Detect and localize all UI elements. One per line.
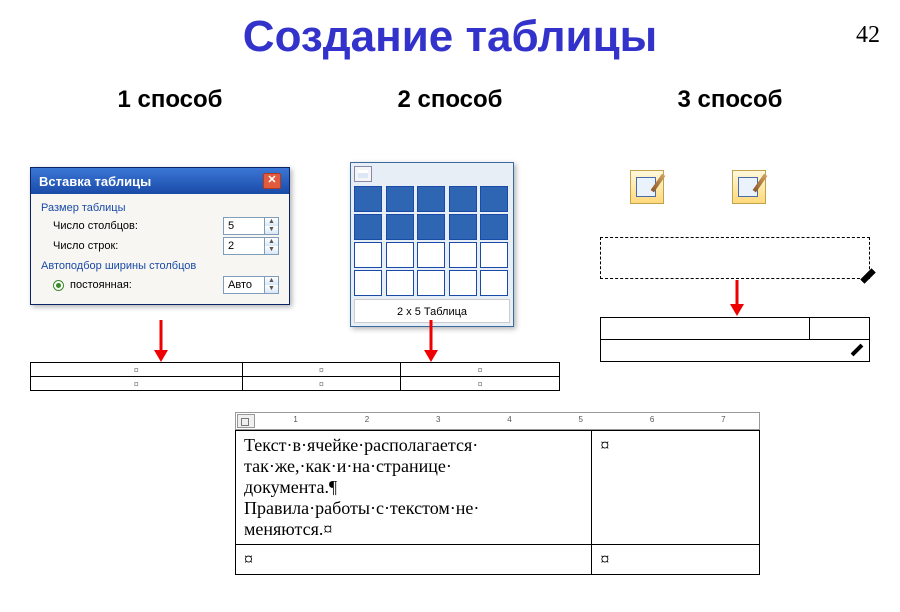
rows-input[interactable] <box>224 239 264 253</box>
ruler-mark: 3 <box>403 415 474 424</box>
table-grid-picker[interactable]: 2 x 5 Таблица <box>350 162 514 327</box>
spinner-buttons[interactable]: ▲ ▼ <box>264 277 278 293</box>
cols-input[interactable] <box>224 219 264 233</box>
grid-cell[interactable] <box>480 186 508 212</box>
grid-cell[interactable] <box>386 242 414 268</box>
cols-spinner[interactable]: ▲ ▼ <box>223 217 279 235</box>
spinner-buttons[interactable]: ▲ ▼ <box>264 218 278 234</box>
fixed-width-row: постоянная: ▲ ▼ <box>41 274 279 296</box>
cell-text-example: 1 2 3 4 5 6 7 Текст·в·ячейке·располагает… <box>235 412 760 575</box>
cols-row: Число столбцов: ▲ ▼ <box>41 216 279 236</box>
grid-cell[interactable] <box>354 242 382 268</box>
grid-cell[interactable] <box>417 270 445 296</box>
dialog-body: Размер таблицы Число столбцов: ▲ ▼ Число… <box>31 194 289 304</box>
radio-selected-icon[interactable] <box>53 280 64 291</box>
pencil-cursor-icon <box>851 344 864 357</box>
rows-label: Число строк: <box>53 240 118 252</box>
example-cell-empty: ¤ <box>236 545 592 575</box>
chevron-up-icon[interactable]: ▲ <box>265 277 278 285</box>
insert-table-dialog: Вставка таблицы ✕ Размер таблицы Число с… <box>30 167 290 305</box>
example-table: Текст·в·ячейке·располагается· так·же,·ка… <box>235 430 760 575</box>
horizontal-ruler[interactable]: 1 2 3 4 5 6 7 <box>235 412 760 430</box>
fixed-label: постоянная: <box>70 279 132 291</box>
grid-cells[interactable] <box>354 186 510 296</box>
arrow-down-icon <box>424 320 438 362</box>
chevron-down-icon[interactable]: ▼ <box>265 285 278 293</box>
pencil-cursor-icon <box>860 268 876 284</box>
cell-line3: документа.¶ <box>244 477 337 497</box>
method1-label: 1 способ <box>117 86 222 114</box>
grid-cell[interactable] <box>386 186 414 212</box>
draw-table-icon[interactable] <box>630 170 664 204</box>
fixed-input[interactable] <box>224 278 264 292</box>
draw-area[interactable] <box>600 237 870 279</box>
grid-cell[interactable] <box>386 270 414 296</box>
grid-cell[interactable] <box>480 270 508 296</box>
page-title: Создание таблицы <box>0 12 900 62</box>
grid-cell[interactable] <box>354 186 382 212</box>
grid-cell[interactable] <box>417 214 445 240</box>
cell-line4: Правила·работы·с·текстом·не· <box>244 498 479 518</box>
drawn-table <box>600 317 870 362</box>
cols-label: Число столбцов: <box>53 220 138 232</box>
example-cell-text: Текст·в·ячейке·располагается· так·же,·ка… <box>236 431 592 545</box>
cell-marker: ¤ <box>600 549 609 569</box>
dialog-titlebar: Вставка таблицы ✕ <box>31 168 289 194</box>
ruler-mark: 7 <box>688 415 759 424</box>
grid-cell[interactable] <box>354 214 382 240</box>
method3-label: 3 способ <box>677 86 782 114</box>
table-icon <box>354 166 372 182</box>
grid-cell[interactable] <box>417 242 445 268</box>
cell-line1: Текст·в·ячейке·располагается· <box>244 435 478 455</box>
cell-line2: так·же,·как·и·на·странице· <box>244 456 452 476</box>
inserted-table: ¤¤¤ ¤¤¤ <box>30 362 560 391</box>
slide-number: 42 <box>856 22 880 49</box>
chevron-down-icon[interactable]: ▼ <box>265 246 278 254</box>
example-cell-empty: ¤ <box>592 545 760 575</box>
section-autofit-label: Автоподбор ширины столбцов <box>41 260 279 272</box>
ruler-mark: 6 <box>616 415 687 424</box>
ruler-mark: 2 <box>331 415 402 424</box>
ruler-ticks: 1 2 3 4 5 6 7 <box>260 415 759 424</box>
grid-cell[interactable] <box>449 270 477 296</box>
draw-table-icon-alt[interactable] <box>732 170 766 204</box>
method2-label: 2 способ <box>397 86 502 114</box>
cell-marker: ¤ <box>600 435 609 455</box>
ruler-mark: 4 <box>474 415 545 424</box>
chevron-down-icon[interactable]: ▼ <box>265 226 278 234</box>
method3-icons <box>630 170 766 204</box>
rows-row: Число строк: ▲ ▼ <box>41 236 279 256</box>
rows-spinner[interactable]: ▲ ▼ <box>223 237 279 255</box>
grid-cell[interactable] <box>480 214 508 240</box>
fixed-spinner[interactable]: ▲ ▼ <box>223 276 279 294</box>
cell-line5: меняются.¤ <box>244 519 332 539</box>
grid-cell[interactable] <box>354 270 382 296</box>
example-cell-empty: ¤ <box>592 431 760 545</box>
grid-cell[interactable] <box>449 186 477 212</box>
spinner-buttons[interactable]: ▲ ▼ <box>264 238 278 254</box>
ruler-mark: 1 <box>260 415 331 424</box>
section-size-label: Размер таблицы <box>41 202 279 214</box>
grid-cell[interactable] <box>417 186 445 212</box>
grid-cell[interactable] <box>449 242 477 268</box>
chevron-up-icon[interactable]: ▲ <box>265 218 278 226</box>
cell-marker: ¤ <box>244 549 253 569</box>
dialog-title-text: Вставка таблицы <box>39 174 151 189</box>
arrow-down-icon <box>154 320 168 362</box>
ruler-mark: 5 <box>545 415 616 424</box>
close-icon[interactable]: ✕ <box>263 173 281 189</box>
ruler-corner-icon[interactable] <box>237 414 255 428</box>
chevron-up-icon[interactable]: ▲ <box>265 238 278 246</box>
grid-cell[interactable] <box>480 242 508 268</box>
arrow-down-icon <box>730 280 744 316</box>
grid-cell[interactable] <box>449 214 477 240</box>
methods-row: 1 способ 2 способ 3 способ <box>0 86 900 114</box>
grid-cell[interactable] <box>386 214 414 240</box>
